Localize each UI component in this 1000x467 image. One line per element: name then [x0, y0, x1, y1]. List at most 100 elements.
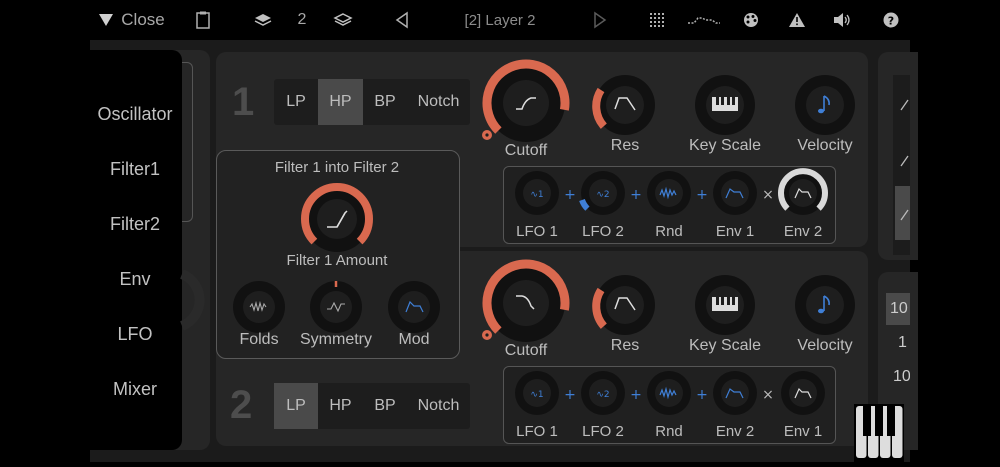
filter2-env1-knob[interactable]: [781, 371, 825, 415]
filter1-type-lp[interactable]: LP: [274, 79, 318, 125]
filter1-res-label: Res: [610, 137, 640, 154]
filter2-velocity-knob[interactable]: [790, 270, 860, 340]
chevron-right-icon: [594, 11, 607, 29]
mod-label: Mod: [398, 331, 430, 348]
symmetry-label: Symmetry: [300, 331, 372, 348]
popup-title: Filter 1 into Filter 2: [274, 159, 400, 176]
plus-icon: +: [630, 387, 642, 403]
sidebar-item-oscillator[interactable]: Oscillator: [88, 104, 182, 125]
filter2-type-hp[interactable]: HP: [318, 383, 363, 429]
svg-text:∿2: ∿2: [596, 390, 609, 400]
filter1-lfo1-knob[interactable]: ∿1: [515, 171, 559, 215]
filter1-mod-knobs: ∿1 + ∿2 + + ×: [515, 168, 828, 215]
filter1-env1-label: Env 1: [715, 223, 755, 240]
sidebar-item-env[interactable]: Env: [88, 269, 182, 290]
filter1-amount-knob[interactable]: [300, 182, 374, 256]
filter2-env2-knob[interactable]: [713, 371, 757, 415]
next-layer-button[interactable]: [590, 0, 610, 40]
svg-text:∿1: ∿1: [530, 390, 543, 400]
waveform-icon[interactable]: [686, 0, 722, 40]
filter1-type-bp[interactable]: BP: [363, 79, 407, 125]
keyboard-button[interactable]: [854, 404, 904, 462]
filter1-rnd-label: Rnd: [655, 223, 683, 240]
piano-keyboard-icon: [854, 404, 904, 462]
filter1-key-scale-label: Key Scale: [688, 137, 762, 154]
filter1-type-hp[interactable]: HP: [318, 79, 363, 125]
close-button[interactable]: Close: [92, 0, 172, 40]
top-bar: Close 2 [2] Layer 2 ?: [0, 0, 1000, 40]
svg-text:?: ?: [888, 15, 894, 28]
filter1-velocity-label: Velocity: [797, 137, 853, 154]
help-icon[interactable]: ?: [880, 0, 902, 40]
filter2-res-label: Res: [610, 337, 640, 354]
sidebar-item-filter2[interactable]: Filter2: [88, 214, 182, 235]
filter2-lfo2-knob[interactable]: ∿2: [581, 371, 625, 415]
plus-icon: +: [696, 187, 708, 203]
filter2-lfo1-label: LFO 1: [516, 423, 558, 440]
filter2-key-scale-label: Key Scale: [688, 337, 762, 354]
sidebar-item-lfo[interactable]: LFO: [88, 324, 182, 345]
clipboard-icon[interactable]: [192, 0, 214, 40]
filter1-type-selector: LP HP BP Notch: [274, 79, 470, 125]
mod-indicator-icon: [482, 130, 492, 140]
plus-icon: +: [630, 187, 642, 203]
filter1-rnd-knob[interactable]: [647, 171, 691, 215]
layer-title: [2] Layer 2: [464, 11, 536, 29]
filter2-key-scale-knob[interactable]: [690, 270, 760, 340]
filter2-cutoff-knob[interactable]: [479, 256, 573, 350]
svg-text:∿1: ∿1: [530, 190, 543, 200]
folds-knob[interactable]: [231, 279, 287, 335]
filter1-env2-knob[interactable]: [778, 168, 828, 215]
previous-layer-button[interactable]: [392, 0, 412, 40]
filter2-velocity-label: Velocity: [797, 337, 853, 354]
svg-text:∿2: ∿2: [596, 190, 609, 200]
layer-add-icon[interactable]: [332, 0, 354, 40]
filter2-env1-label: Env 1: [783, 423, 823, 440]
speaker-icon[interactable]: [832, 0, 854, 40]
warning-icon[interactable]: [786, 0, 808, 40]
folds-label: Folds: [239, 331, 279, 348]
plus-icon: +: [564, 187, 576, 203]
filter2-number: 2: [230, 383, 253, 427]
filter1-env2-label: Env 2: [783, 223, 823, 240]
mod-knob[interactable]: [386, 279, 442, 335]
keyboard-icon: [712, 97, 738, 111]
filter1-velocity-knob[interactable]: [790, 70, 860, 140]
popup-amount-label: Filter 1 Amount: [286, 252, 388, 269]
right-panel-value-1[interactable]: 10: [886, 293, 910, 325]
filter2-rnd-label: Rnd: [655, 423, 683, 440]
chevron-left-icon: [395, 11, 408, 29]
sidebar-item-mixer[interactable]: Mixer: [88, 379, 182, 400]
filter1-res-knob[interactable]: [590, 70, 660, 140]
filter1-env1-knob[interactable]: [713, 171, 757, 215]
triangle-down-icon: [99, 14, 114, 26]
palette-icon[interactable]: [740, 0, 762, 40]
grid-icon[interactable]: [646, 0, 668, 40]
plus-icon: +: [696, 387, 708, 403]
filter2-res-knob[interactable]: [590, 270, 660, 340]
symmetry-knob[interactable]: [308, 279, 364, 335]
filter1-type-notch[interactable]: Notch: [407, 79, 470, 125]
sidebar-item-filter1[interactable]: Filter1: [88, 159, 182, 180]
filter1-cutoff-knob[interactable]: [479, 56, 573, 150]
filter1-lfo2-knob[interactable]: ∿2: [579, 171, 625, 215]
layer-stack-icon[interactable]: [252, 0, 274, 40]
filter2-type-notch[interactable]: Notch: [407, 383, 470, 429]
filter2-rnd-knob[interactable]: [647, 371, 691, 415]
filter2-type-bp[interactable]: BP: [363, 383, 407, 429]
mod-indicator-icon: [482, 330, 492, 340]
filter1-lfo2-label: LFO 2: [582, 223, 624, 240]
oscillator-box-edge: [182, 62, 193, 222]
filter2-type-lp[interactable]: LP: [274, 383, 318, 429]
filter2-lfo1-knob[interactable]: ∿1: [515, 371, 559, 415]
filter2-lfo2-label: LFO 2: [582, 423, 624, 440]
right-panel-value-2[interactable]: 1: [898, 334, 910, 354]
filter1-number: 1: [232, 80, 255, 124]
multiply-icon: ×: [762, 187, 774, 203]
filter2-env2-label: Env 2: [715, 423, 755, 440]
filter1-lfo1-label: LFO 1: [516, 223, 558, 240]
right-margin: [910, 40, 1000, 462]
filter1-key-scale-knob[interactable]: [690, 70, 760, 140]
right-panel-value-3[interactable]: 10: [893, 368, 910, 388]
filter2-cutoff-label: Cutoff: [504, 342, 548, 359]
